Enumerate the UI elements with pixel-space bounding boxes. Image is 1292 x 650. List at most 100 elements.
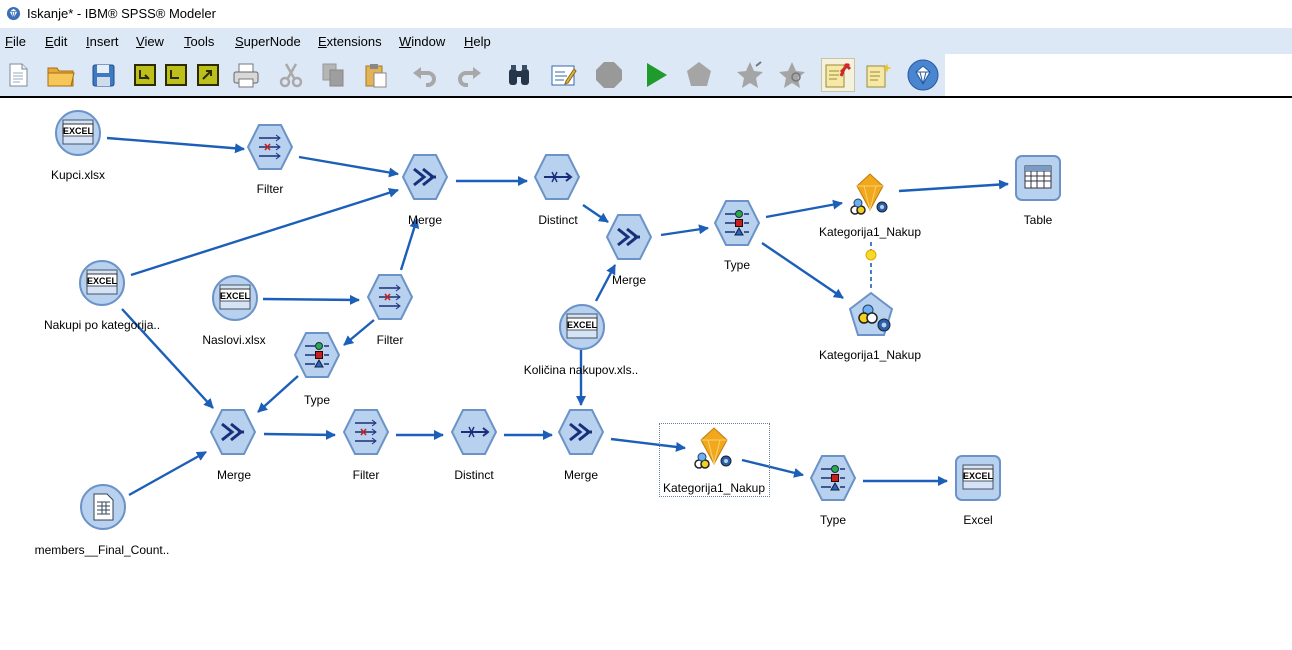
link-filter-merge[interactable]: [298, 155, 399, 178]
link-kupci-filter[interactable]: [106, 136, 245, 154]
excel-badge-text: EXCEL: [963, 471, 994, 481]
excel-export-node[interactable]: EXCEL: [953, 453, 1003, 503]
undo-icon[interactable]: [407, 58, 441, 92]
insert-supernode-icon[interactable]: [159, 58, 193, 92]
link-merge-type[interactable]: [660, 224, 709, 237]
merge-node[interactable]: [208, 407, 258, 457]
excel-badge-text: EXCEL: [567, 320, 598, 330]
excel-badge-text: EXCEL: [87, 276, 118, 286]
link-type-merge3[interactable]: [257, 375, 299, 413]
run-icon[interactable]: [639, 58, 673, 92]
menu-view[interactable]: View: [136, 34, 164, 49]
menu-insert[interactable]: Insert: [86, 34, 119, 49]
comment-pin-icon[interactable]: [821, 58, 855, 92]
stream-canvas[interactable]: EXCEL Kupci.xlsx Filter Merge Distinct M…: [0, 98, 1292, 650]
filter-node[interactable]: [365, 272, 415, 322]
source-excel-node[interactable]: EXCEL: [53, 108, 103, 158]
menu-window[interactable]: Window: [399, 34, 445, 49]
menu-bar: File Edit Insert View Tools SuperNode Ex…: [0, 28, 1292, 54]
window-title: Iskanje* - IBM® SPSS® Modeler: [27, 6, 216, 21]
node-label-nugget1: Kategorija1_Nakup: [818, 225, 922, 239]
menu-supernode[interactable]: SuperNode: [235, 34, 301, 49]
merge-node[interactable]: [604, 212, 654, 262]
model-nugget-node[interactable]: [689, 426, 739, 476]
run-selection-icon[interactable]: [682, 58, 716, 92]
merge-node[interactable]: [400, 152, 450, 202]
print-icon[interactable]: [229, 58, 263, 92]
connections-layer: [106, 136, 1009, 497]
excel-badge-text: EXCEL: [63, 126, 94, 136]
spss-app-icon: [6, 6, 21, 21]
model-node[interactable]: [846, 290, 896, 340]
model-nugget-node[interactable]: [845, 172, 895, 222]
node-label-merge1: Merge: [407, 213, 443, 227]
filter-node[interactable]: [341, 407, 391, 457]
node-label-merge2: Merge: [611, 273, 647, 287]
menu-tools[interactable]: Tools: [184, 34, 214, 49]
node-label-kolicina: Količina nakupov.xls..: [523, 363, 639, 377]
link-filter-type[interactable]: [343, 319, 375, 346]
toolbar: [0, 54, 945, 96]
distinct-node[interactable]: [449, 407, 499, 457]
node-label-kupci: Kupci.xlsx: [50, 168, 106, 182]
merge-node[interactable]: [556, 407, 606, 457]
new-stream-icon[interactable]: [1, 58, 35, 92]
link-nugget-table[interactable]: [898, 179, 1009, 193]
cut-icon[interactable]: [274, 58, 308, 92]
node-label-distinct2: Distinct: [454, 468, 494, 482]
model-nugget-icon[interactable]: [906, 58, 940, 92]
new-comment-icon[interactable]: [862, 58, 896, 92]
insert-node-icon[interactable]: [128, 58, 162, 92]
link-type-nugget[interactable]: [765, 199, 843, 219]
source-excel-node[interactable]: EXCEL: [77, 258, 127, 308]
open-folder-icon[interactable]: [44, 58, 78, 92]
node-label-merge3: Merge: [216, 468, 252, 482]
node-label-type1: Type: [723, 258, 751, 272]
menu-file[interactable]: File: [5, 34, 26, 49]
node-label-filter2: Filter: [376, 333, 404, 347]
node-label-nugget2: Kategorija1_Nakup: [662, 481, 766, 495]
filter-node[interactable]: [245, 122, 295, 172]
find-binoculars-icon[interactable]: [502, 58, 536, 92]
menu-extensions[interactable]: Extensions: [318, 34, 382, 49]
excel-badge-text: EXCEL: [220, 291, 251, 301]
toolbar-empty-area: [945, 54, 1292, 96]
type-node[interactable]: [292, 330, 342, 380]
menu-help[interactable]: Help: [464, 34, 491, 49]
preview-icon[interactable]: [733, 58, 767, 92]
stop-icon[interactable]: [592, 58, 626, 92]
link-nakupi-merge[interactable]: [130, 187, 399, 277]
node-label-table: Table: [1023, 213, 1053, 227]
distinct-node[interactable]: [532, 152, 582, 202]
node-label-filter3: Filter: [352, 468, 380, 482]
source-excel-node[interactable]: EXCEL: [210, 273, 260, 323]
save-icon[interactable]: [86, 58, 120, 92]
node-label-members: members__Final_Count..: [34, 543, 170, 557]
type-node[interactable]: [808, 453, 858, 503]
node-label-filter1: Filter: [256, 182, 284, 196]
type-node[interactable]: [712, 198, 762, 248]
copy-icon[interactable]: [316, 58, 350, 92]
redo-icon[interactable]: [453, 58, 487, 92]
node-label-naslovi: Naslovi.xlsx: [202, 333, 266, 347]
link-naslovi-filter[interactable]: [262, 294, 360, 305]
link-type-model[interactable]: [761, 242, 844, 299]
node-label-distinct1: Distinct: [538, 213, 578, 227]
title-bar: Iskanje* - IBM® SPSS® Modeler: [0, 0, 1292, 28]
node-label-merge4: Merge: [563, 468, 599, 482]
model-link-spark: [865, 249, 877, 261]
node-label-type3: Type: [819, 513, 847, 527]
node-label-excel: Excel: [963, 513, 993, 527]
annotate-icon[interactable]: [546, 58, 580, 92]
table-output-node[interactable]: [1013, 153, 1063, 203]
node-label-nakupi: Nakupi po kategorija..: [43, 318, 161, 332]
preview-selection-icon[interactable]: [775, 58, 809, 92]
source-excel-node[interactable]: EXCEL: [557, 302, 607, 352]
menu-edit[interactable]: Edit: [45, 34, 67, 49]
link-members-merge3[interactable]: [128, 450, 207, 497]
export-icon[interactable]: [191, 58, 225, 92]
paste-icon[interactable]: [359, 58, 393, 92]
link-merge3-filter[interactable]: [263, 429, 336, 440]
var-file-source-node[interactable]: [78, 482, 128, 532]
node-label-type2: Type: [303, 393, 331, 407]
